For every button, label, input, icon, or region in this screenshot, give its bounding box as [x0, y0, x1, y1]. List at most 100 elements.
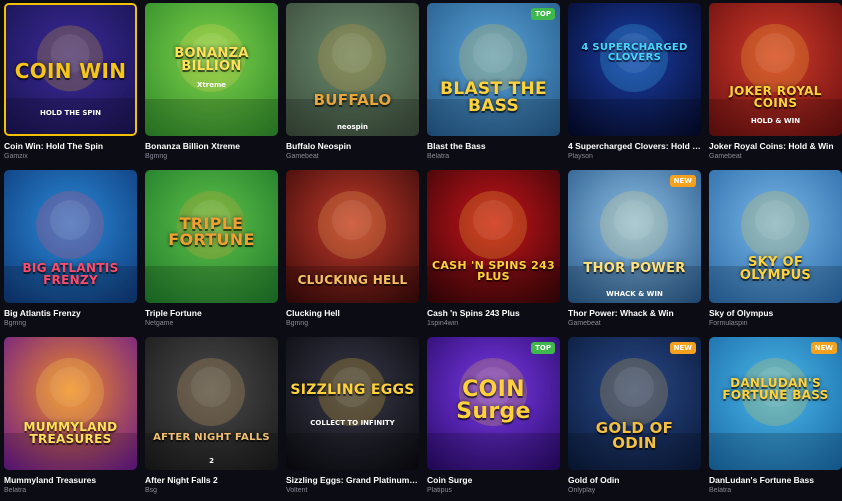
game-title[interactable]: Mummyland Treasures — [4, 475, 137, 485]
game-title[interactable]: Joker Royal Coins: Hold & Win — [709, 141, 842, 151]
game-logo-text: CLUCKING HELL — [297, 273, 408, 287]
game-logo-subtitle: Xtreme — [197, 81, 226, 89]
game-tile[interactable]: 4 SUPERCHARGED CLOVERS 4 Supercharged Clo… — [568, 3, 701, 167]
game-logo-text: 4 SUPERCHARGED CLOVERS — [581, 42, 688, 63]
game-tile[interactable]: BUFFALO neospin Buffalo Neospin Gamebeat — [286, 3, 419, 167]
game-provider: Playson — [568, 153, 593, 160]
game-logo-text: THOR POWER — [583, 261, 686, 276]
game-artwork — [145, 337, 278, 470]
game-thumbnail[interactable]: BUFFALO neospin — [286, 3, 419, 136]
game-tile[interactable]: JOKER ROYAL COINS HOLD & WIN Joker Royal C… — [709, 3, 842, 167]
game-tile[interactable]: CASH 'N SPINS 243 PLUS Cash 'n Spins 243 … — [427, 170, 560, 334]
game-thumbnail[interactable]: BLAST THE BASS TOP — [427, 3, 560, 136]
game-thumbnail[interactable]: TRIPLE FORTUNE — [145, 170, 278, 303]
game-provider: Onlyplay — [568, 487, 596, 494]
game-title[interactable]: Clucking Hell — [286, 308, 419, 318]
game-logo-text: JOKER ROYAL COINS — [729, 84, 822, 110]
game-logo-text: AFTER NIGHT FALLS — [153, 432, 270, 443]
game-tile[interactable]: DANLUDAN'S FORTUNE BASS NEW DanLudan's For… — [709, 337, 842, 501]
game-artwork — [286, 3, 419, 136]
game-artwork — [568, 170, 701, 303]
game-title[interactable]: Triple Fortune — [145, 308, 278, 318]
game-title[interactable]: 4 Supercharged Clovers: Hold a... — [568, 141, 701, 151]
game-title[interactable]: Cash 'n Spins 243 Plus — [427, 308, 560, 318]
game-thumbnail[interactable]: SKY OF OLYMPUS — [709, 170, 842, 303]
new-badge: NEW — [669, 342, 696, 354]
game-logo-text: BUFFALO — [313, 91, 392, 109]
game-artwork — [286, 337, 419, 470]
game-provider: Bgmng — [4, 320, 27, 327]
game-provider: Formulaspin — [709, 320, 748, 327]
new-badge: NEW — [669, 175, 696, 187]
top-badge: TOP — [531, 8, 555, 20]
game-tile[interactable]: SIZZLING EGGS COLLECT TO INFINITY Sizzling… — [286, 337, 419, 501]
game-title[interactable]: Thor Power: Whack & Win — [568, 308, 701, 318]
game-thumbnail[interactable]: BIG ATLANTIS FRENZY — [4, 170, 137, 303]
game-logo-text: TRIPLE FORTUNE — [168, 214, 255, 249]
game-title[interactable]: Big Atlantis Frenzy — [4, 308, 137, 318]
game-provider: 1spin4win — [427, 320, 459, 327]
game-provider: Gamebeat — [568, 320, 601, 327]
game-tile[interactable]: COIN Surge TOP Coin Surge Platipus — [427, 337, 560, 501]
game-tile[interactable]: BLAST THE BASS TOP Blast the Bass Belatra — [427, 3, 560, 167]
top-badge: TOP — [531, 342, 555, 354]
game-logo-text: MUMMYLAND TREASURES — [23, 420, 118, 446]
game-logo-text: BIG ATLANTIS FRENZY — [22, 261, 119, 287]
game-thumbnail[interactable]: DANLUDAN'S FORTUNE BASS NEW — [709, 337, 842, 470]
game-provider: Bgmng — [145, 153, 168, 160]
game-logo-subtitle: HOLD THE SPIN — [39, 109, 101, 117]
game-tile[interactable]: BIG ATLANTIS FRENZY Big Atlantis Frenzy Bg… — [4, 170, 137, 334]
game-logo-text: CASH 'N SPINS 243 PLUS — [431, 259, 556, 283]
game-title[interactable]: Blast the Bass — [427, 141, 560, 151]
game-thumbnail[interactable]: 4 SUPERCHARGED CLOVERS — [568, 3, 701, 136]
game-logo-text: BONANZA BILLION — [174, 46, 249, 74]
game-title[interactable]: Coin Surge — [427, 475, 560, 485]
game-tile[interactable]: THOR POWER WHACK & WIN NEW Thor Power: Whac… — [568, 170, 701, 334]
game-title[interactable]: Sizzling Eggs: Grand Platinum E... — [286, 475, 419, 485]
game-logo-text: DANLUDAN'S FORTUNE BASS — [722, 376, 829, 402]
new-badge: NEW — [810, 342, 837, 354]
game-title[interactable]: Sky of Olympus — [709, 308, 842, 318]
game-provider: Belatra — [709, 487, 732, 494]
game-tile[interactable]: COIN WIN HOLD THE SPIN Coin Win: Hold The … — [4, 3, 137, 167]
game-tile[interactable]: GOLD OF ODIN NEW Gold of Odin Onlyplay — [568, 337, 701, 501]
game-logo-subtitle: COLLECT TO INFINITY — [310, 419, 395, 427]
game-tile[interactable]: MUMMYLAND TREASURES Mummyland Treasures Be… — [4, 337, 137, 501]
game-title[interactable]: Bonanza Billion Xtreme — [145, 141, 278, 151]
game-artwork — [709, 337, 842, 470]
game-provider: Bsg — [145, 487, 158, 494]
game-tile[interactable]: TRIPLE FORTUNE Triple Fortune Netgame — [145, 170, 278, 334]
game-thumbnail[interactable]: CLUCKING HELL — [286, 170, 419, 303]
game-thumbnail[interactable]: THOR POWER WHACK & WIN NEW — [568, 170, 701, 303]
game-thumbnail[interactable]: BONANZA BILLION Xtreme — [145, 3, 278, 136]
game-title[interactable]: Coin Win: Hold The Spin — [4, 141, 137, 151]
game-provider: Voltent — [286, 487, 308, 494]
game-artwork — [4, 337, 137, 470]
game-title[interactable]: After Night Falls 2 — [145, 475, 278, 485]
game-thumbnail[interactable]: SIZZLING EGGS COLLECT TO INFINITY — [286, 337, 419, 470]
game-tile[interactable]: CLUCKING HELL Clucking Hell Bgmng — [286, 170, 419, 334]
game-artwork — [568, 3, 701, 136]
game-provider: Platipus — [427, 487, 452, 494]
game-thumbnail[interactable]: COIN WIN HOLD THE SPIN — [4, 3, 137, 136]
game-artwork — [427, 3, 560, 136]
game-thumbnail[interactable]: JOKER ROYAL COINS HOLD & WIN — [709, 3, 842, 136]
game-thumbnail[interactable]: CASH 'N SPINS 243 PLUS — [427, 170, 560, 303]
game-thumbnail[interactable]: MUMMYLAND TREASURES — [4, 337, 137, 470]
game-thumbnail[interactable]: GOLD OF ODIN NEW — [568, 337, 701, 470]
game-tile[interactable]: AFTER NIGHT FALLS 2 After Night Falls 2 Bsg — [145, 337, 278, 501]
game-title[interactable]: Gold of Odin — [568, 475, 701, 485]
game-tile[interactable]: BONANZA BILLION Xtreme Bonanza Billion Xtr… — [145, 3, 278, 167]
game-logo-text: SIZZLING EGGS — [290, 382, 415, 398]
game-provider: Belatra — [4, 487, 27, 494]
game-provider: Belatra — [427, 153, 450, 160]
game-logo-subtitle: HOLD & WIN — [750, 117, 801, 125]
game-thumbnail[interactable]: COIN Surge TOP — [427, 337, 560, 470]
game-title[interactable]: DanLudan's Fortune Bass — [709, 475, 842, 485]
game-thumbnail[interactable]: AFTER NIGHT FALLS 2 — [145, 337, 278, 470]
game-logo-subtitle: 2 — [209, 457, 214, 465]
game-title[interactable]: Buffalo Neospin — [286, 141, 419, 151]
game-tile[interactable]: SKY OF OLYMPUS Sky of Olympus Formulaspin — [709, 170, 842, 334]
game-logo-text: GOLD OF ODIN — [595, 419, 674, 452]
game-provider: Netgame — [145, 320, 174, 327]
